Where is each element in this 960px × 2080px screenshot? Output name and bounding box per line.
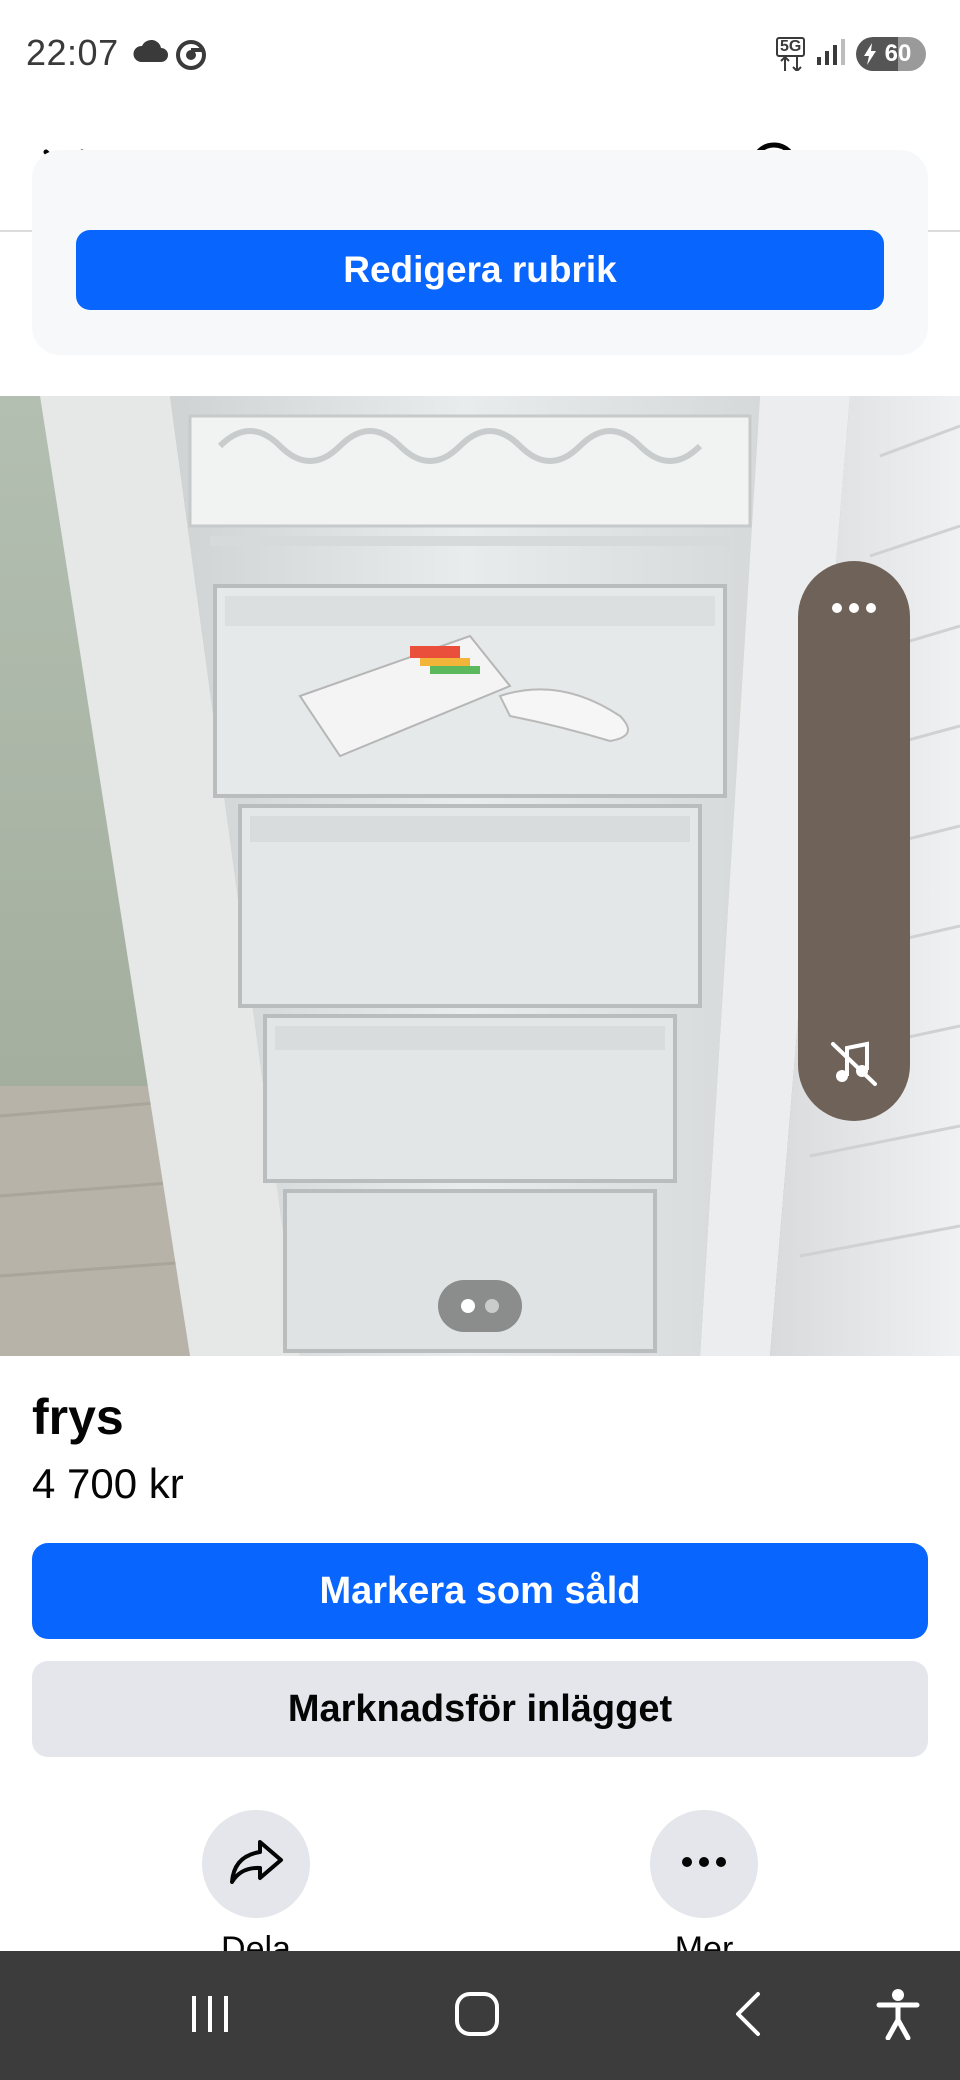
home-icon	[453, 1990, 501, 2043]
media-more-button[interactable]	[816, 580, 892, 640]
chrome-icon	[176, 40, 206, 75]
share-button[interactable]	[202, 1810, 310, 1918]
network-5g-icon: 5G	[776, 37, 806, 71]
signal-icon	[816, 37, 846, 72]
page-dot	[485, 1299, 499, 1313]
share-action[interactable]: Dela	[176, 1810, 336, 1968]
battery-icon: 60	[856, 37, 926, 71]
back-icon	[730, 1990, 766, 2043]
listing-price: 4 700 kr	[32, 1460, 184, 1507]
page-dot-active	[461, 1299, 475, 1313]
edit-title-button[interactable]: Redigera rubrik	[76, 230, 884, 310]
more-icon	[681, 1855, 727, 1873]
mute-toggle[interactable]	[816, 1030, 892, 1100]
mark-as-sold-button[interactable]: Markera som såld	[32, 1543, 928, 1639]
home-button[interactable]	[437, 1981, 517, 2051]
status-bar: 22:07 5G 60	[0, 0, 960, 108]
back-button[interactable]	[708, 1981, 788, 2051]
music-muted-icon	[829, 1038, 879, 1093]
cloud-icon	[132, 38, 168, 69]
more-action[interactable]: Mer	[624, 1810, 784, 1968]
system-navigation-bar	[0, 1951, 960, 2080]
status-indicators: 5G 60	[776, 34, 926, 74]
promote-listing-button[interactable]: Marknadsför inlägget	[32, 1661, 928, 1757]
more-icon	[831, 601, 877, 619]
accessibility-button[interactable]	[858, 1981, 938, 2051]
accessibility-icon	[876, 1988, 920, 2045]
recents-icon	[188, 1992, 232, 2041]
network-label: 5G	[776, 37, 806, 57]
photo-pagination	[438, 1280, 522, 1332]
recents-button[interactable]	[170, 1981, 250, 2051]
listing-title: frys	[32, 1389, 124, 1445]
more-button[interactable]	[650, 1810, 758, 1918]
share-icon	[227, 1838, 285, 1891]
status-time: 22:07	[26, 32, 119, 73]
